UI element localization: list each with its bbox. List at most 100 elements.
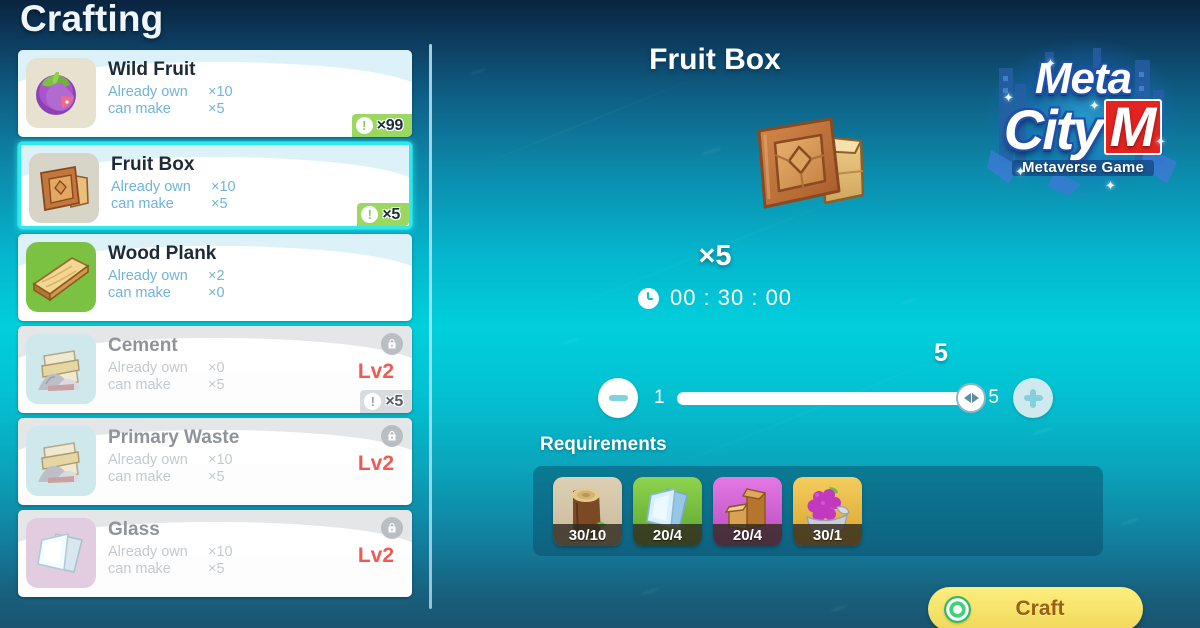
sparkle-icon: ✦ bbox=[1003, 90, 1014, 105]
quantity-selector[interactable]: 1 5 bbox=[598, 378, 1053, 418]
fruit-box-hero-icon bbox=[735, 95, 885, 230]
exclamation-icon: ! bbox=[361, 206, 379, 223]
make-label: can make bbox=[108, 561, 171, 577]
card-body: Wild Fruit Already own ×10 can make ×5 bbox=[108, 57, 404, 118]
required-level-label: Lv2 bbox=[357, 544, 394, 567]
lock-icon bbox=[381, 425, 403, 447]
own-row: Already own ×2 bbox=[108, 268, 404, 285]
exclamation-icon: ! bbox=[364, 393, 382, 410]
own-label: Already own bbox=[108, 544, 188, 560]
fruit-box-icon bbox=[29, 153, 99, 223]
craft-time-value: 00 : 30 : 00 bbox=[669, 285, 793, 310]
own-label: Already own bbox=[111, 179, 191, 195]
status-badge: ! ×5 bbox=[357, 203, 409, 226]
make-value: ×5 bbox=[208, 469, 225, 485]
make-value: ×0 bbox=[208, 285, 225, 301]
game-logo: Meta City M Metaverse Game ✦ ✦ ✦ ✦ ✦ ✦ bbox=[985, 38, 1181, 198]
cement-icon bbox=[26, 334, 96, 404]
panel-divider bbox=[429, 44, 432, 609]
craft-item-card[interactable]: Wood Plank Already own ×2 can make ×0 bbox=[18, 234, 412, 321]
clock-icon bbox=[637, 287, 659, 309]
item-stats: Already own ×10 can make ×5 bbox=[108, 84, 404, 118]
badge-count: ×5 bbox=[382, 205, 400, 223]
lock-icon bbox=[381, 333, 403, 355]
own-value: ×10 bbox=[208, 544, 233, 560]
green-target-icon bbox=[944, 595, 971, 623]
requirements-list[interactable]: 30/10 20/4 20/4 30/1 bbox=[553, 477, 862, 546]
item-name: Wild Fruit bbox=[108, 59, 196, 80]
page-title: Crafting bbox=[20, 0, 164, 39]
craft-item-card[interactable]: Cement Already own ×0 can make ×5 Lv2 ! … bbox=[18, 326, 412, 413]
item-name: Cement bbox=[108, 335, 178, 356]
craft-item-card[interactable]: Wild Fruit Already own ×10 can make ×5 !… bbox=[18, 50, 412, 137]
exclamation-icon: ! bbox=[355, 117, 373, 134]
make-label: can make bbox=[111, 196, 174, 212]
make-label: can make bbox=[108, 285, 171, 301]
wood-plank-icon bbox=[26, 242, 96, 312]
own-label: Already own bbox=[108, 360, 188, 376]
make-value: ×5 bbox=[208, 101, 225, 117]
right-arrow-icon bbox=[971, 393, 979, 403]
status-badge: ! ×5 bbox=[360, 390, 412, 413]
sparkle-icon: ✦ bbox=[1045, 56, 1056, 71]
card-body: Wood Plank Already own ×2 can make ×0 bbox=[108, 241, 404, 302]
requirement-quantity: 20/4 bbox=[633, 524, 702, 546]
output-count: ×5 bbox=[698, 240, 732, 272]
quantity-slider-knob[interactable] bbox=[956, 383, 987, 413]
own-label: Already own bbox=[108, 268, 188, 284]
glass-icon bbox=[26, 518, 96, 588]
logo-subtitle: Metaverse Game bbox=[1011, 159, 1155, 176]
minus-icon bbox=[608, 395, 628, 401]
decrease-quantity-button[interactable] bbox=[598, 378, 638, 418]
own-label: Already own bbox=[108, 452, 188, 468]
sparkle-icon: ✦ bbox=[1155, 134, 1166, 149]
make-label: can make bbox=[108, 469, 171, 485]
badge-count: ×99 bbox=[376, 116, 404, 134]
make-label: can make bbox=[108, 101, 171, 117]
make-value: ×5 bbox=[208, 377, 225, 393]
own-value: ×10 bbox=[208, 452, 233, 468]
requirement-quantity: 20/4 bbox=[713, 524, 782, 546]
requirement-tile[interactable]: 30/1 bbox=[793, 477, 862, 546]
own-value: ×0 bbox=[208, 360, 225, 376]
own-row: Already own ×10 bbox=[108, 84, 404, 101]
requirement-tile[interactable]: 20/4 bbox=[713, 477, 782, 546]
lock-icon bbox=[381, 517, 403, 539]
own-value: ×10 bbox=[208, 84, 233, 100]
item-stats: Already own ×2 can make ×0 bbox=[108, 268, 404, 302]
own-value: ×10 bbox=[211, 179, 236, 195]
craft-item-card[interactable]: Primary Waste Already own ×10 can make ×… bbox=[18, 418, 412, 505]
requirement-tile[interactable]: 20/4 bbox=[633, 477, 702, 546]
detail-title: Fruit Box bbox=[649, 43, 781, 76]
required-level-label: Lv2 bbox=[357, 452, 394, 475]
increase-quantity-button[interactable] bbox=[1013, 378, 1053, 418]
craft-item-card[interactable]: Glass Already own ×10 can make ×5 Lv2 bbox=[18, 510, 412, 597]
slider-max-label: 5 bbox=[988, 387, 999, 408]
sparkle-icon: ✦ bbox=[1089, 98, 1100, 113]
wild-fruit-icon bbox=[26, 58, 96, 128]
slider-min-label: 1 bbox=[654, 387, 665, 408]
quantity-current-value: 5 bbox=[934, 339, 948, 367]
badge-count: ×5 bbox=[385, 392, 403, 410]
status-badge: ! ×99 bbox=[351, 114, 412, 137]
item-name: Primary Waste bbox=[108, 427, 240, 448]
craft-item-list[interactable]: Wild Fruit Already own ×10 can make ×5 !… bbox=[18, 50, 414, 610]
make-value: ×5 bbox=[208, 561, 225, 577]
craft-button-label: Craft bbox=[1015, 597, 1065, 620]
required-level-label: Lv2 bbox=[357, 360, 394, 383]
requirement-tile[interactable]: 30/10 bbox=[553, 477, 622, 546]
own-row: Already own ×10 bbox=[111, 179, 401, 196]
sparkle-icon: ✦ bbox=[1105, 178, 1116, 193]
primary-waste-icon bbox=[26, 426, 96, 496]
left-arrow-icon bbox=[963, 393, 971, 403]
make-label: can make bbox=[108, 377, 171, 393]
quantity-slider-track[interactable] bbox=[676, 383, 987, 413]
craft-button[interactable]: Craft bbox=[928, 587, 1143, 628]
logo-letter-m: M bbox=[1103, 99, 1163, 155]
craft-item-card[interactable]: Fruit Box Already own ×10 can make ×5 ! … bbox=[18, 142, 412, 229]
make-row: can make ×0 bbox=[108, 285, 404, 302]
requirement-quantity: 30/10 bbox=[553, 524, 622, 546]
own-value: ×2 bbox=[208, 268, 225, 284]
requirement-quantity: 30/1 bbox=[793, 524, 862, 546]
requirements-label: Requirements bbox=[540, 434, 667, 455]
